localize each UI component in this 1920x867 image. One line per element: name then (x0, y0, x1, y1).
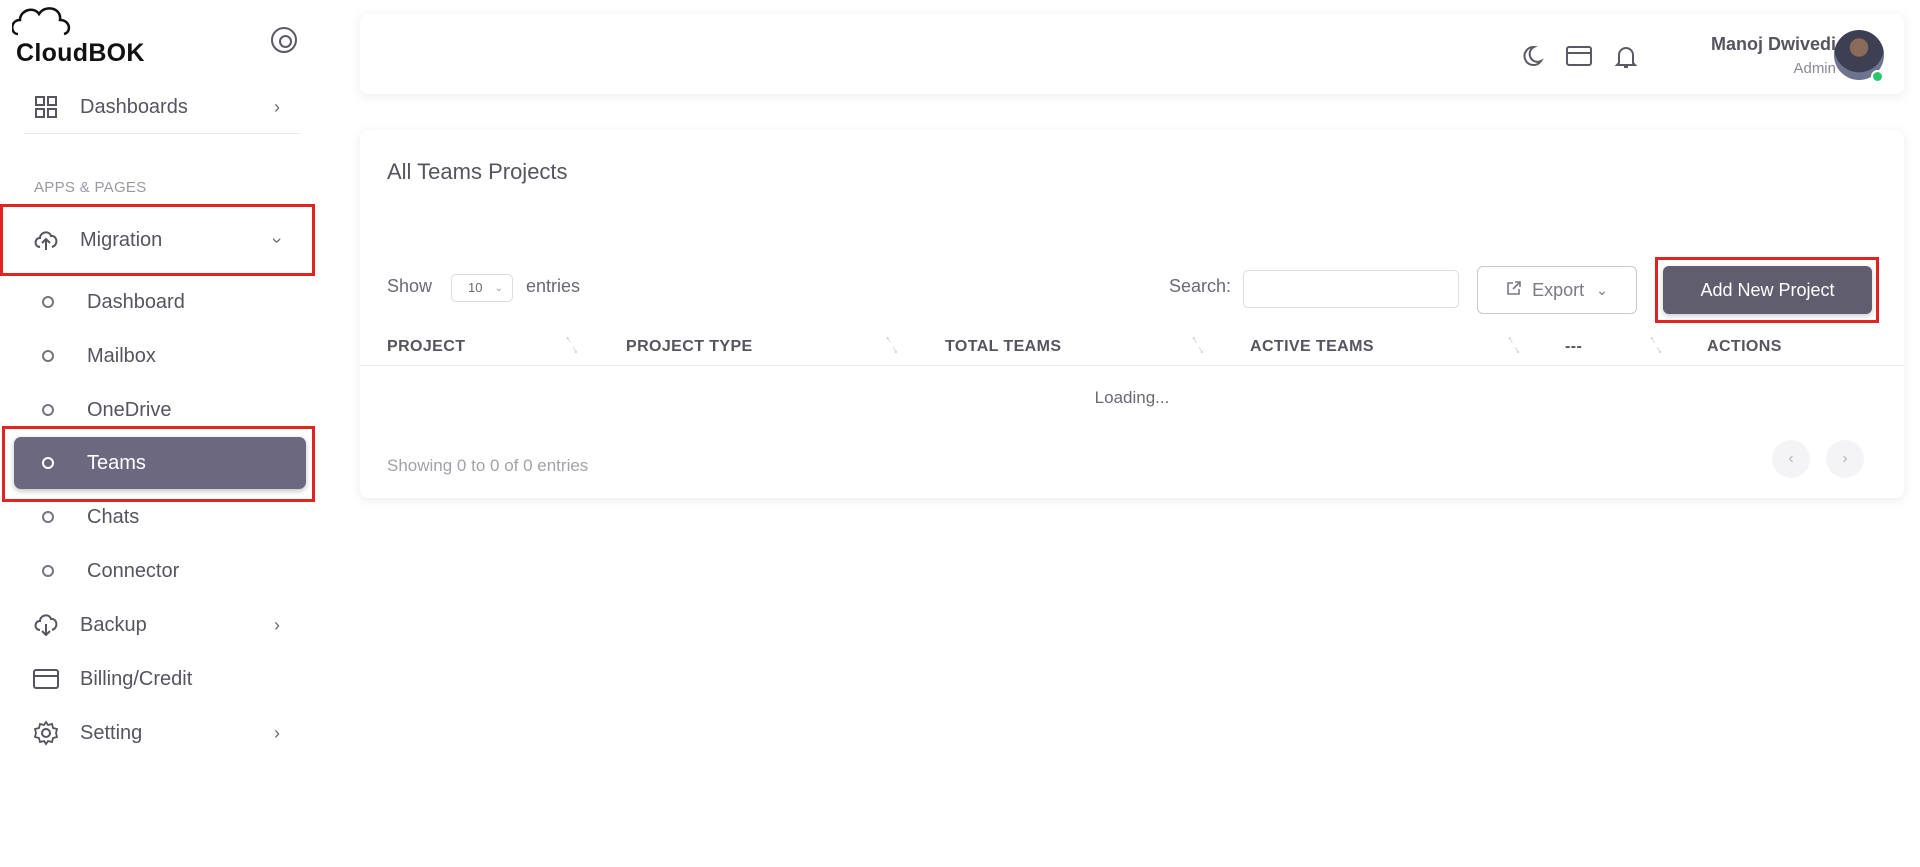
user-role: Admin (1793, 60, 1836, 77)
sidebar-subitem-dashboard[interactable]: Dashboard (14, 277, 306, 327)
page-length-value: 10 (468, 280, 483, 295)
circle-icon (42, 511, 54, 523)
brand-logo[interactable]: CloudBOK (12, 7, 145, 68)
sidebar-subitem-label: Dashboard (87, 290, 185, 313)
sidebar-item-label: Backup (80, 613, 147, 636)
sidebar-subitem-label: OneDrive (87, 398, 172, 421)
grid-icon (32, 93, 60, 121)
sidebar-pin-icon[interactable] (271, 27, 297, 53)
column-header-project[interactable]: PROJECT (387, 338, 465, 356)
credit-card-icon[interactable] (1565, 44, 1593, 73)
sidebar-subitem-label: Connector (87, 559, 180, 582)
sort-icon[interactable] (1192, 334, 1208, 360)
previous-page-button[interactable]: ‹ (1772, 440, 1810, 478)
sidebar-item-billing[interactable]: Billing/Credit (14, 654, 306, 704)
sidebar-subitem-chats[interactable]: Chats (14, 492, 306, 542)
sidebar-item-backup[interactable]: Backup › (14, 600, 306, 650)
highlight-box (1655, 257, 1879, 323)
sidebar-subitem-connector[interactable]: Connector (14, 546, 306, 596)
sidebar-item-setting[interactable]: Setting › (14, 708, 306, 758)
next-page-button[interactable]: › (1826, 440, 1864, 478)
user-name[interactable]: Manoj Dwivedi (1711, 34, 1836, 55)
sidebar: CloudBOK Dashboards › APPS & PAGES Migra… (0, 0, 320, 867)
circle-icon (42, 404, 54, 416)
highlight-box (2, 426, 315, 502)
sort-icon[interactable] (1650, 334, 1666, 360)
sidebar-divider (24, 133, 300, 134)
table-header: PROJECT PROJECT TYPE TOTAL TEAMS ACTIVE … (360, 326, 1904, 366)
circle-icon (42, 565, 54, 577)
search-input[interactable] (1243, 270, 1459, 308)
chevron-down-icon: ⌄ (1596, 281, 1608, 298)
teams-projects-card: All Teams Projects Show 10 ⌄ entries Sea… (360, 130, 1904, 498)
cloud-logo-icon (12, 7, 71, 36)
brand-logo-text: CloudBOK (16, 39, 145, 67)
sidebar-subitem-label: Chats (87, 505, 140, 528)
export-label: Export (1532, 279, 1585, 300)
sidebar-item-dashboards[interactable]: Dashboards › (14, 82, 306, 132)
circle-icon (42, 350, 54, 362)
bell-icon[interactable] (1614, 44, 1638, 75)
column-header-active-teams[interactable]: ACTIVE TEAMS (1250, 338, 1374, 356)
sidebar-item-label: Setting (80, 721, 143, 744)
chevron-down-icon: ⌄ (494, 283, 503, 294)
loading-text: Loading... (1094, 388, 1170, 407)
search-label: Search: (1169, 276, 1232, 296)
chevron-right-icon: › (1842, 450, 1848, 467)
chevron-right-icon: › (274, 723, 280, 743)
credit-card-icon (32, 665, 60, 693)
page-title: All Teams Projects (387, 159, 568, 184)
export-button[interactable]: Export ⌄ (1477, 266, 1637, 314)
sidebar-item-label: Billing/Credit (80, 667, 193, 690)
sidebar-subitem-mailbox[interactable]: Mailbox (14, 331, 306, 381)
moon-icon[interactable] (1523, 44, 1547, 73)
top-header: Manoj Dwivedi Admin (360, 14, 1904, 94)
show-label: Show (387, 276, 433, 296)
sort-icon[interactable] (886, 334, 902, 360)
column-header-total-teams[interactable]: TOTAL TEAMS (945, 338, 1061, 356)
column-header-blank[interactable]: --- (1565, 338, 1582, 356)
sidebar-item-label: Dashboards (80, 95, 188, 118)
online-status-icon (1871, 70, 1884, 83)
section-label: APPS & PAGES (34, 179, 147, 196)
sort-icon[interactable] (1508, 334, 1524, 360)
cloud-download-icon (32, 611, 60, 639)
column-header-actions: ACTIONS (1707, 338, 1782, 355)
gear-icon (32, 719, 60, 747)
external-link-icon (1506, 280, 1522, 301)
chevron-right-icon: › (274, 97, 280, 117)
chevron-right-icon: › (274, 615, 280, 635)
table-info: Showing 0 to 0 of 0 entries (387, 456, 589, 475)
highlight-box (0, 204, 315, 276)
column-header-project-type[interactable]: PROJECT TYPE (626, 338, 753, 356)
chevron-left-icon: ‹ (1788, 450, 1794, 467)
sidebar-subitem-label: Mailbox (87, 344, 156, 367)
sort-icon[interactable] (566, 334, 582, 360)
circle-icon (42, 296, 54, 308)
page-length-select[interactable]: 10 ⌄ (451, 274, 513, 302)
entries-label: entries (526, 276, 581, 296)
